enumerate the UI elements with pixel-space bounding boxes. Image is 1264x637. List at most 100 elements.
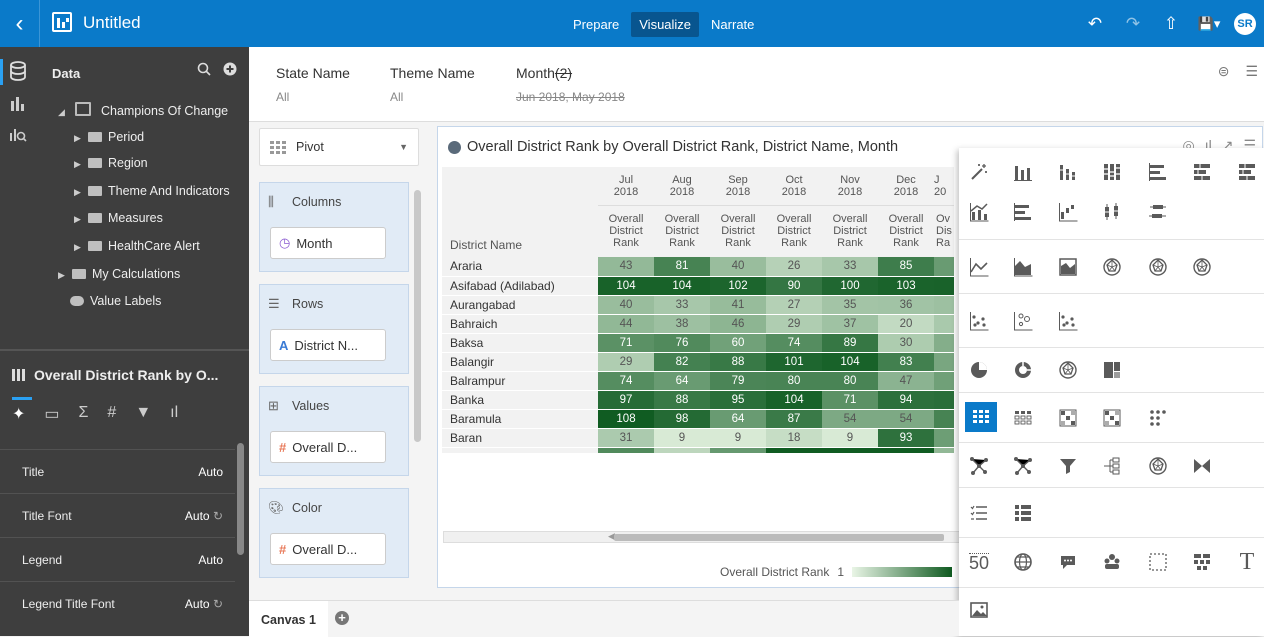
column-header-month[interactable]: J 20	[934, 167, 954, 206]
value-cell[interactable]: 18	[766, 428, 822, 448]
value-cell-truncated[interactable]	[934, 257, 954, 277]
back-button[interactable]: ‹	[0, 0, 40, 47]
value-cell[interactable]: 46	[710, 314, 766, 334]
value-cell[interactable]: 103	[878, 276, 934, 296]
value-cell[interactable]: 29	[598, 352, 654, 372]
value-cell[interactable]: 30	[878, 333, 934, 353]
visualizations-icon[interactable]	[8, 95, 28, 115]
column-header-month[interactable]: Aug 2018	[654, 167, 710, 206]
value-cell[interactable]: 80	[822, 371, 878, 391]
line-chart-icon[interactable]	[967, 255, 991, 279]
horizontal-100-bar-icon[interactable]	[1235, 160, 1259, 184]
sankey-icon[interactable]	[1190, 454, 1214, 478]
value-cell[interactable]: 40	[598, 295, 654, 315]
prop-title[interactable]: Title Auto	[0, 449, 235, 493]
analytics-tab-icon[interactable]: ıl	[170, 404, 178, 424]
funnel-icon[interactable]	[1056, 454, 1080, 478]
performance-tile-icon[interactable]: 50	[967, 550, 991, 574]
table-row[interactable]: Baksa 71 76 60 74 89 30	[442, 333, 954, 353]
tree-item-my-calculations[interactable]: ▶ My Calculations	[58, 265, 180, 283]
value-cell[interactable]: 54	[822, 409, 878, 429]
stacked-bar-icon[interactable]	[1056, 160, 1080, 184]
tile-icon[interactable]	[1100, 406, 1124, 430]
reset-icon[interactable]: ↻	[213, 509, 223, 523]
value-cell[interactable]: 90	[766, 276, 822, 296]
grouped-bar-icon[interactable]	[1100, 160, 1124, 184]
table-row[interactable]: Asifabad (Adilabad) 104 104 102 90 100 103	[442, 276, 954, 296]
map-icon[interactable]	[1011, 550, 1035, 574]
value-cell[interactable]: 60	[710, 333, 766, 353]
tree-item-dataset[interactable]: ◢ Champions Of Change	[58, 102, 228, 120]
tag-cloud-icon[interactable]	[1056, 550, 1080, 574]
district-name-cell[interactable]: Baran	[442, 428, 598, 448]
district-name-cell[interactable]: Balrampur	[442, 371, 598, 391]
district-name-cell[interactable]: Bahraich	[442, 314, 598, 334]
value-cell[interactable]: 37	[822, 314, 878, 334]
scrollbar-thumb[interactable]	[614, 534, 944, 541]
value-cell[interactable]: 44	[598, 314, 654, 334]
rows-drop-zone[interactable]: ☰ Rows A District N...	[259, 284, 409, 374]
menu-icon[interactable]: ☰	[1245, 63, 1258, 80]
columns-drop-zone[interactable]: ⫼ Columns ◷ Month	[259, 182, 409, 272]
properties-scrollbar[interactable]	[237, 443, 244, 555]
value-cell[interactable]: 88	[710, 352, 766, 372]
tree-item-value-labels[interactable]: Value Labels	[70, 292, 161, 310]
add-data-icon[interactable]	[223, 62, 237, 80]
area-chart-icon[interactable]	[1011, 255, 1035, 279]
value-cell[interactable]: 87	[766, 409, 822, 429]
table-row[interactable]: Araria 43 81 40 26 33 85	[442, 257, 954, 277]
treemap-icon[interactable]	[1100, 358, 1124, 382]
filter-theme-name[interactable]: Theme Name All	[390, 65, 475, 104]
value-cell[interactable]: 9	[822, 428, 878, 448]
value-cell[interactable]: 26	[766, 257, 822, 277]
column-header-month[interactable]: Nov 2018	[822, 167, 878, 206]
general-settings-icon[interactable]: ✦	[12, 404, 25, 424]
canvas-tab[interactable]: Canvas 1	[249, 601, 328, 637]
save-icon[interactable]: 💾▾	[1190, 16, 1228, 32]
scatter-icon[interactable]	[967, 309, 991, 333]
value-cell[interactable]: 74	[766, 333, 822, 353]
value-cell-truncated[interactable]	[934, 409, 954, 429]
value-cell[interactable]: 71	[598, 333, 654, 353]
value-cell[interactable]: 104	[654, 276, 710, 296]
value-cell-truncated[interactable]	[934, 314, 954, 334]
district-name-cell[interactable]: Asifabad (Adilabad)	[442, 276, 598, 296]
value-cell-truncated[interactable]	[934, 352, 954, 372]
dot-plot-icon[interactable]	[1056, 309, 1080, 333]
table-bar-icon[interactable]	[1011, 200, 1035, 224]
table-row[interactable]: Balangir 29 82 88 101 104 83	[442, 352, 954, 372]
value-cell[interactable]: 76	[654, 333, 710, 353]
value-cell[interactable]: 102	[710, 276, 766, 296]
value-cell[interactable]: 33	[654, 295, 710, 315]
panel-divider[interactable]	[0, 349, 249, 351]
axis-icon[interactable]: ▭	[44, 404, 59, 424]
value-cell[interactable]: 43	[598, 257, 654, 277]
stacked-area-icon[interactable]	[1056, 255, 1080, 279]
export-icon[interactable]: ⇧	[1152, 14, 1190, 34]
value-cell-truncated[interactable]	[934, 333, 954, 353]
pivot-table-icon[interactable]	[965, 402, 997, 432]
table-row[interactable]: Baramula 108 98 64 87 54 54	[442, 409, 954, 429]
heatmap-icon[interactable]	[1056, 406, 1080, 430]
column-header-month[interactable]: Dec 2018	[878, 167, 934, 206]
value-cell[interactable]: 35	[822, 295, 878, 315]
redo-icon[interactable]: ↷	[1114, 14, 1152, 34]
column-header-month[interactable]: Oct 2018	[766, 167, 822, 206]
filter-options-icon[interactable]: ⊜	[1218, 63, 1230, 80]
value-cell[interactable]: 9	[710, 428, 766, 448]
value-cell[interactable]: 38	[654, 314, 710, 334]
prop-title-font[interactable]: Title Font Auto ↻	[0, 493, 235, 537]
magic-wand-icon[interactable]	[967, 160, 991, 184]
filter-state-name[interactable]: State Name All	[276, 65, 350, 104]
donut-chart-icon[interactable]	[1011, 358, 1035, 382]
tree-item-healthcare[interactable]: ▶ HealthCare Alert	[74, 237, 200, 255]
district-name-cell[interactable]: Aurangabad	[442, 295, 598, 315]
value-cell[interactable]: 81	[654, 257, 710, 277]
project-title[interactable]: Untitled	[83, 13, 141, 33]
bubble-icon[interactable]	[1011, 309, 1035, 333]
text-box-icon[interactable]: T	[1235, 550, 1259, 574]
prop-legend-title-font[interactable]: Legend Title Font Auto ↻	[0, 581, 235, 625]
value-cell[interactable]: 83	[878, 352, 934, 372]
values-drop-zone[interactable]: ⊞ Values # Overall D...	[259, 386, 409, 476]
value-cell-truncated[interactable]	[934, 295, 954, 315]
